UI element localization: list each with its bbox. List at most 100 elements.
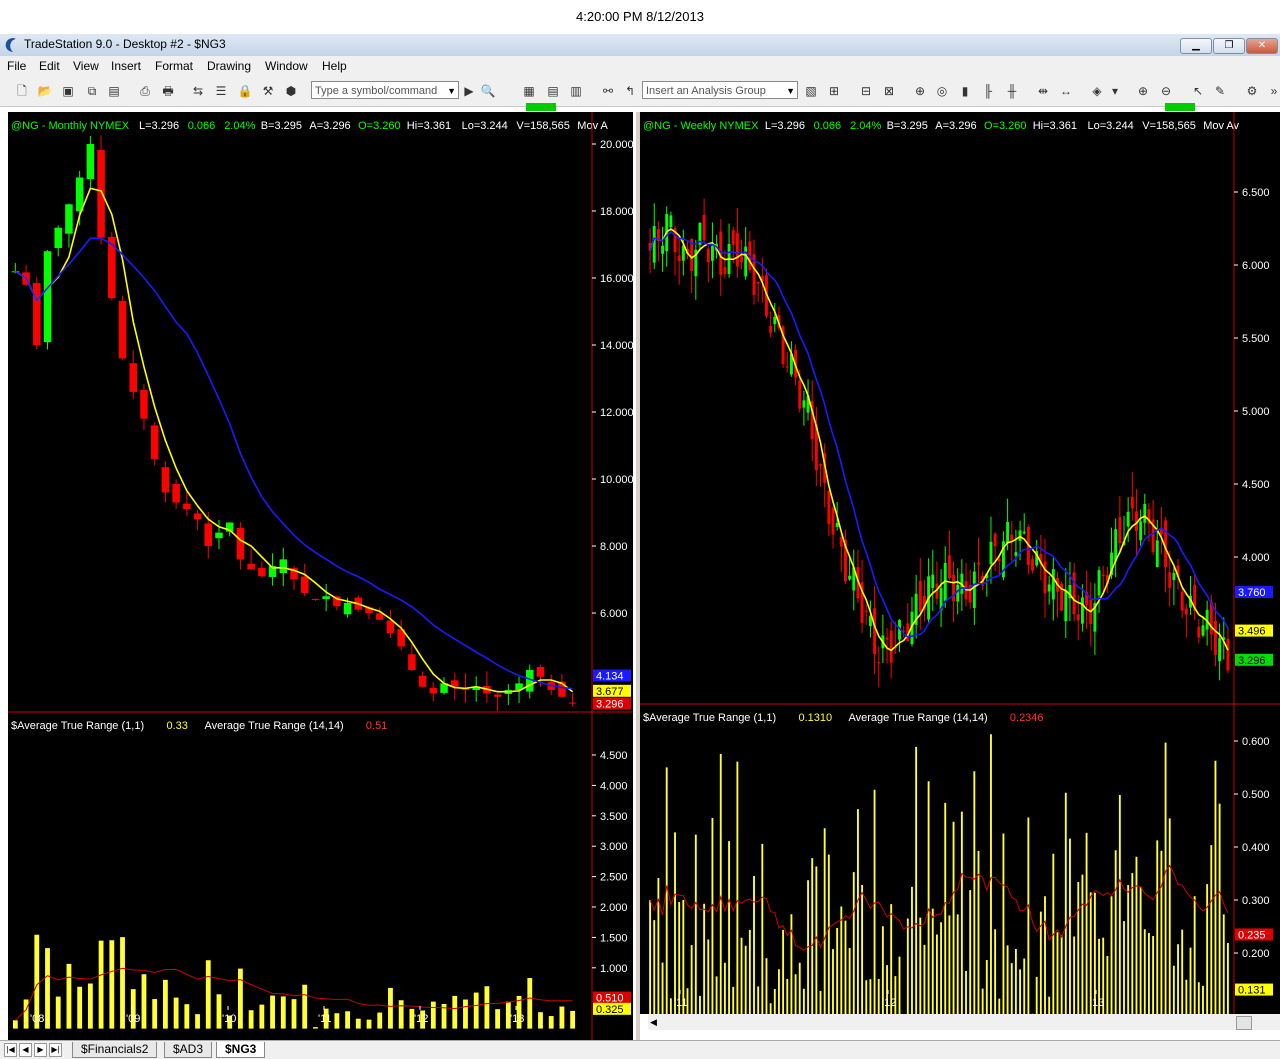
last-tab-icon[interactable]: ▶| <box>49 1043 62 1057</box>
first-tab-icon[interactable]: |◀ <box>4 1043 17 1057</box>
grid-icon[interactable]: ▦ <box>521 83 537 99</box>
print-preview-icon[interactable]: ⎙ <box>137 83 153 99</box>
status-field: V=158,565 <box>516 120 570 132</box>
time-tick-label: '08 <box>30 1013 44 1025</box>
atr-line-value-label: 0.510 <box>596 993 624 1005</box>
atr-tick-label: 1.000 <box>600 963 628 975</box>
price-tick-label: 6.000 <box>1242 260 1270 272</box>
candle <box>1114 529 1118 562</box>
close-button[interactable]: ✕ <box>1246 38 1278 54</box>
zoom-bars-icon[interactable]: ⇹ <box>1035 83 1051 99</box>
menu-drawing[interactable]: Drawing <box>207 59 251 73</box>
symbol-lookup-icon[interactable]: 🔍 <box>480 83 496 99</box>
price-tick-label: 10.000 <box>600 474 633 486</box>
menu-help[interactable]: Help <box>322 59 347 73</box>
atr-tick-label: 0.300 <box>1242 895 1270 907</box>
tab-ad3[interactable]: $AD3 <box>164 1042 213 1058</box>
zoom-in-icon[interactable]: ⊕ <box>1135 83 1151 99</box>
candle <box>258 567 266 577</box>
horizontal-scrollbar[interactable]: ◀ <box>648 1014 1280 1030</box>
palette-icon[interactable]: ⬢ <box>283 83 299 99</box>
print-icon[interactable]: 🖶 <box>160 83 176 99</box>
scan-icon[interactable]: ⊕ <box>912 83 928 99</box>
tab-ng3[interactable]: $NG3 <box>216 1042 266 1058</box>
zoom-out-icon[interactable]: ⊖ <box>1158 83 1174 99</box>
candle <box>54 227 62 249</box>
candle <box>118 300 127 359</box>
monthly-chart-window[interactable]: @NG - Monthly NYMEX L=3.296 0.066 2.04% B=3.… <box>8 112 633 1040</box>
status-field: 2.04% <box>224 120 255 132</box>
weekly-chart-window[interactable]: @NG - Weekly NYMEX L=3.296 0.066 2.04% B=3.2… <box>640 112 1280 1014</box>
page-icon[interactable]: ▤ <box>545 83 561 99</box>
format-icon[interactable]: ⊟ <box>858 83 874 99</box>
bar-chart-icon[interactable]: ▮ <box>957 83 973 99</box>
candle <box>1226 638 1230 671</box>
menu-format[interactable]: Format <box>155 59 193 73</box>
open-icon[interactable]: 📂 <box>37 83 53 99</box>
new-icon[interactable]: 🗋 <box>14 83 30 99</box>
menu-file[interactable]: File <box>7 59 26 73</box>
chart-link-icon[interactable]: ⚯ <box>600 83 616 99</box>
atr-tick-label: 1.500 <box>600 932 628 944</box>
candle <box>661 245 665 254</box>
menu-window[interactable]: Window <box>265 59 308 73</box>
window-title: TradeStation 9.0 - Desktop #2 - $NG3 <box>24 37 226 51</box>
status-field: Hi=3.361 <box>1033 120 1077 132</box>
candle <box>848 575 852 580</box>
drawing-cursor-icon[interactable]: ✎ <box>1212 83 1228 99</box>
lock-icon[interactable]: 🔒 <box>237 83 253 99</box>
spacing-icon[interactable]: ↔ <box>1058 83 1074 99</box>
candle <box>172 484 180 503</box>
table-icon[interactable]: ▥ <box>568 83 584 99</box>
weekly-chart[interactable]: @NG - Weekly NYMEX L=3.296 0.066 2.04% B=3.2… <box>640 112 1280 1014</box>
go-arrow-icon[interactable]: ▶ <box>461 83 477 99</box>
chevron-down-icon[interactable]: ▼ <box>786 82 795 100</box>
settings-icon[interactable]: ⚙ <box>1244 83 1260 99</box>
save-icon[interactable]: ▣ <box>60 83 76 99</box>
price-tick-label: 5.500 <box>1242 333 1270 345</box>
status-field: Hi=3.361 <box>407 120 451 132</box>
monthly-chart[interactable]: @NG - Monthly NYMEX L=3.296 0.066 2.04% B=3.… <box>8 112 633 1040</box>
candle <box>1018 530 1022 541</box>
indicator-icon[interactable]: ⊞ <box>826 83 842 99</box>
menu-edit[interactable]: Edit <box>39 59 60 73</box>
tab-financials2[interactable]: $Financials2 <box>72 1042 158 1058</box>
candle-icon[interactable]: ╟ <box>980 83 996 99</box>
candle <box>723 267 727 274</box>
new-window-icon[interactable]: ⧉ <box>84 83 100 99</box>
radar-icon[interactable]: ◎ <box>934 83 950 99</box>
candle <box>1051 569 1055 600</box>
minimize-button[interactable]: ▁ <box>1180 38 1212 54</box>
analysis-icon[interactable]: ▧ <box>803 83 819 99</box>
candle <box>300 576 309 593</box>
folder-icon[interactable]: ▤ <box>106 83 122 99</box>
colors-icon[interactable]: ◈ <box>1089 83 1105 99</box>
candle <box>1197 626 1201 638</box>
menu-view[interactable]: View <box>73 59 99 73</box>
menu-insert[interactable]: Insert <box>111 59 141 73</box>
candle <box>204 523 213 546</box>
restore-button[interactable]: ❐ <box>1213 38 1245 54</box>
link-icon[interactable]: ⇆ <box>190 83 206 99</box>
candle <box>740 256 743 263</box>
chevron-right-icon[interactable]: » <box>1266 83 1280 99</box>
chevron-down-icon[interactable]: ▼ <box>447 82 456 100</box>
scroll-left-icon[interactable]: ◀ <box>650 1017 657 1028</box>
line-chart-icon[interactable]: ╫ <box>1004 83 1020 99</box>
status-field: Lo=3.244 <box>462 120 508 132</box>
pointer-icon[interactable]: ↖ <box>1190 83 1206 99</box>
next-tab-icon[interactable]: ▶ <box>34 1043 47 1057</box>
scroll-thumb[interactable] <box>1236 1016 1252 1030</box>
tile-icon[interactable]: ☰ <box>213 83 229 99</box>
atr-tick-label: 2.000 <box>600 902 628 914</box>
tools-icon[interactable]: ⚒ <box>260 83 276 99</box>
prev-tab-icon[interactable]: ◀ <box>19 1043 32 1057</box>
arrow-up-icon[interactable]: ↰ <box>622 83 638 99</box>
style-icon[interactable]: ⊠ <box>881 83 897 99</box>
candle <box>1064 590 1068 622</box>
symbol-input[interactable]: Type a symbol/command ▼ <box>311 81 459 99</box>
candle <box>744 246 748 277</box>
atr-value-1: 0.33 <box>167 720 188 732</box>
chevron-down-icon[interactable]: ▾ <box>1107 83 1123 99</box>
analysis-group-select[interactable]: Insert an Analysis Group ▼ <box>642 81 798 99</box>
